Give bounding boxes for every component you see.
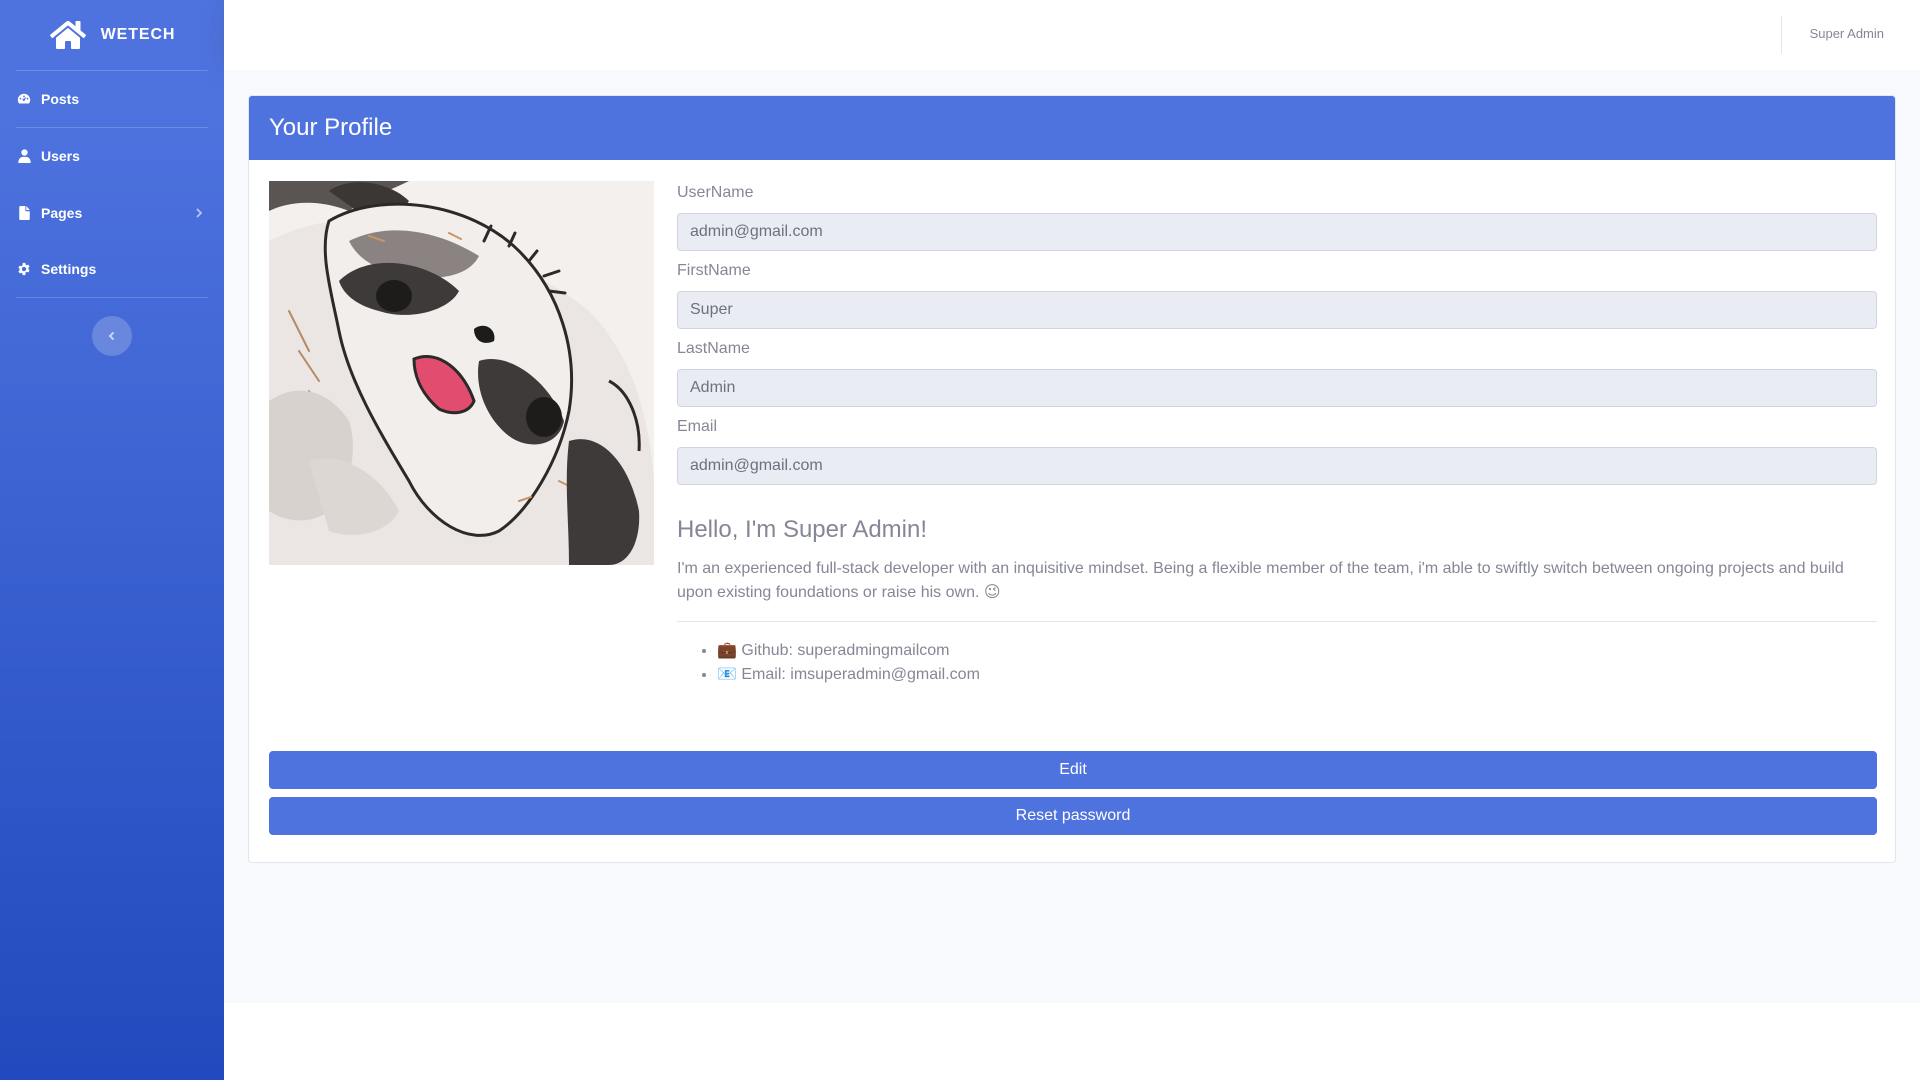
file-icon (17, 206, 31, 220)
lastname-label: LastName (677, 340, 750, 357)
sidebar-item-settings[interactable]: Settings (0, 241, 224, 297)
contact-list: 💼 Github: superadmingmailcom 📧 Email: im… (717, 639, 980, 687)
card-header: Your Profile (249, 96, 1895, 160)
sidebar-item-label: Posts (41, 91, 80, 107)
list-item: 📧 Email: imsuperadmin@gmail.com (717, 663, 980, 687)
reset-password-button[interactable]: Reset password (269, 797, 1877, 835)
sidebar-item-posts[interactable]: Posts (0, 71, 224, 127)
user-menu[interactable]: Super Admin (1810, 0, 1884, 70)
sidebar: WETECH Posts Users Pages Settings (0, 0, 224, 1080)
tachometer-icon (17, 92, 31, 106)
profile-form: UserName admin@gmail.com FirstName Super… (677, 181, 1877, 493)
lastname-field[interactable]: Admin (677, 369, 1877, 407)
profile-avatar (269, 181, 654, 565)
list-item: 💼 Github: superadmingmailcom (717, 639, 980, 663)
greeting-heading: Hello, I'm Super Admin! (677, 516, 928, 543)
bio-text: I'm an experienced full-stack developer … (677, 560, 1844, 601)
page-title: Your Profile (269, 114, 393, 141)
email-contact: Email: imsuperadmin@gmail.com (741, 666, 980, 683)
briefcase-icon: 💼 (717, 642, 737, 659)
email-field[interactable]: admin@gmail.com (677, 447, 1877, 485)
topbar: Super Admin (224, 0, 1920, 70)
brand-name: WETECH (100, 26, 176, 43)
sidebar-item-label: Users (41, 148, 80, 164)
topbar-divider (1781, 16, 1782, 54)
chevron-left-icon (108, 331, 115, 341)
main-content: Your Profile UserName admin@gmail.com Fi… (224, 70, 1920, 1003)
firstname-label: FirstName (677, 262, 751, 279)
profile-card: Your Profile UserName admin@gmail.com Fi… (248, 95, 1896, 863)
home-icon (49, 21, 86, 49)
username-label: UserName (677, 184, 754, 201)
brand[interactable]: WETECH (0, 0, 224, 70)
github-contact: Github: superadmingmailcom (741, 642, 950, 659)
username-field[interactable]: admin@gmail.com (677, 213, 1877, 251)
user-icon (17, 149, 31, 163)
sidebar-divider (16, 297, 208, 298)
sidebar-item-users[interactable]: Users (0, 128, 224, 184)
sidebar-toggle-button[interactable] (92, 316, 132, 356)
sidebar-item-pages[interactable]: Pages (0, 185, 224, 241)
sidebar-item-label: Pages (41, 205, 83, 221)
email-label: Email (677, 418, 718, 435)
gear-icon (17, 262, 31, 276)
envelope-icon: 📧 (717, 666, 737, 683)
firstname-field[interactable]: Super (677, 291, 1877, 329)
edit-button[interactable]: Edit (269, 751, 1877, 789)
chevron-right-icon (196, 208, 203, 218)
bio-divider (677, 621, 1877, 622)
sidebar-item-label: Settings (41, 261, 97, 277)
